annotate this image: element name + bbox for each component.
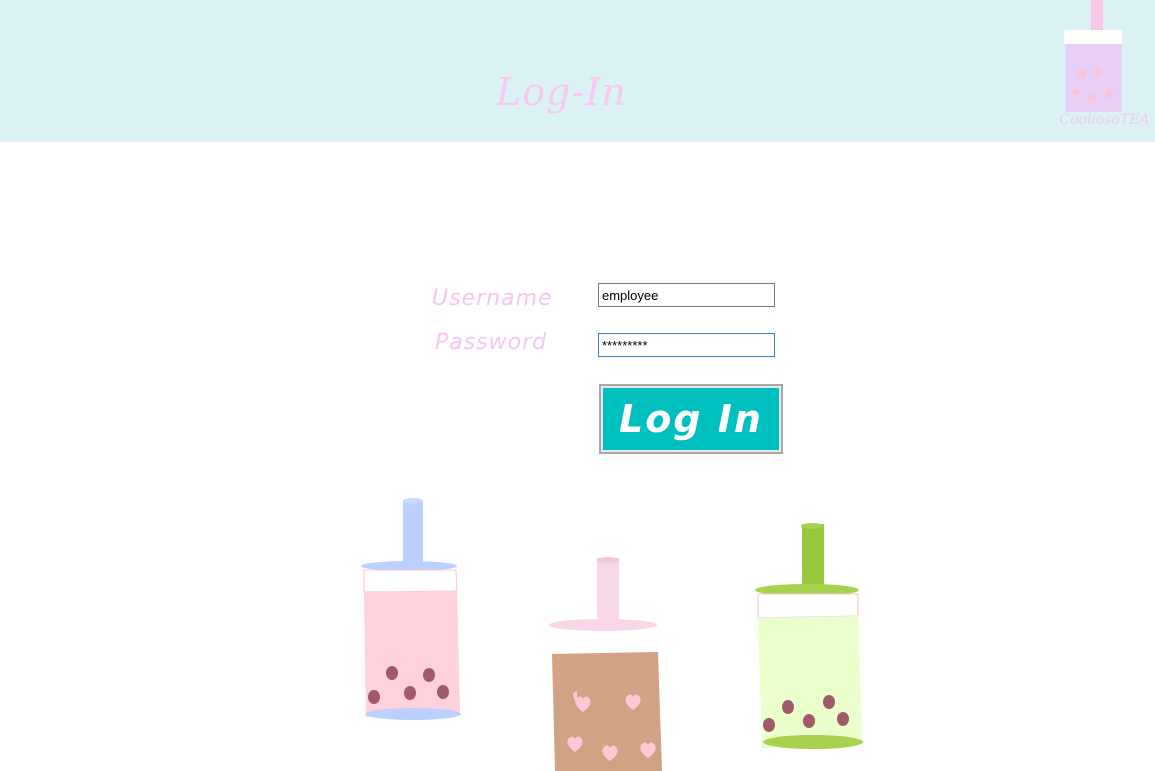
milk-tea-heart-boba-icon [549,557,662,771]
login-button[interactable]: Log In [599,384,783,454]
logo-text: CooliosoTEA [1059,112,1150,128]
strawberry-boba-icon [361,498,461,720]
matcha-boba-icon [755,523,863,749]
username-label: Username [432,286,553,311]
password-label: Password [435,330,548,355]
password-input[interactable] [598,333,775,357]
username-input[interactable] [598,283,775,307]
boba-illustration [361,498,863,771]
page-title: Log-In [496,70,627,114]
